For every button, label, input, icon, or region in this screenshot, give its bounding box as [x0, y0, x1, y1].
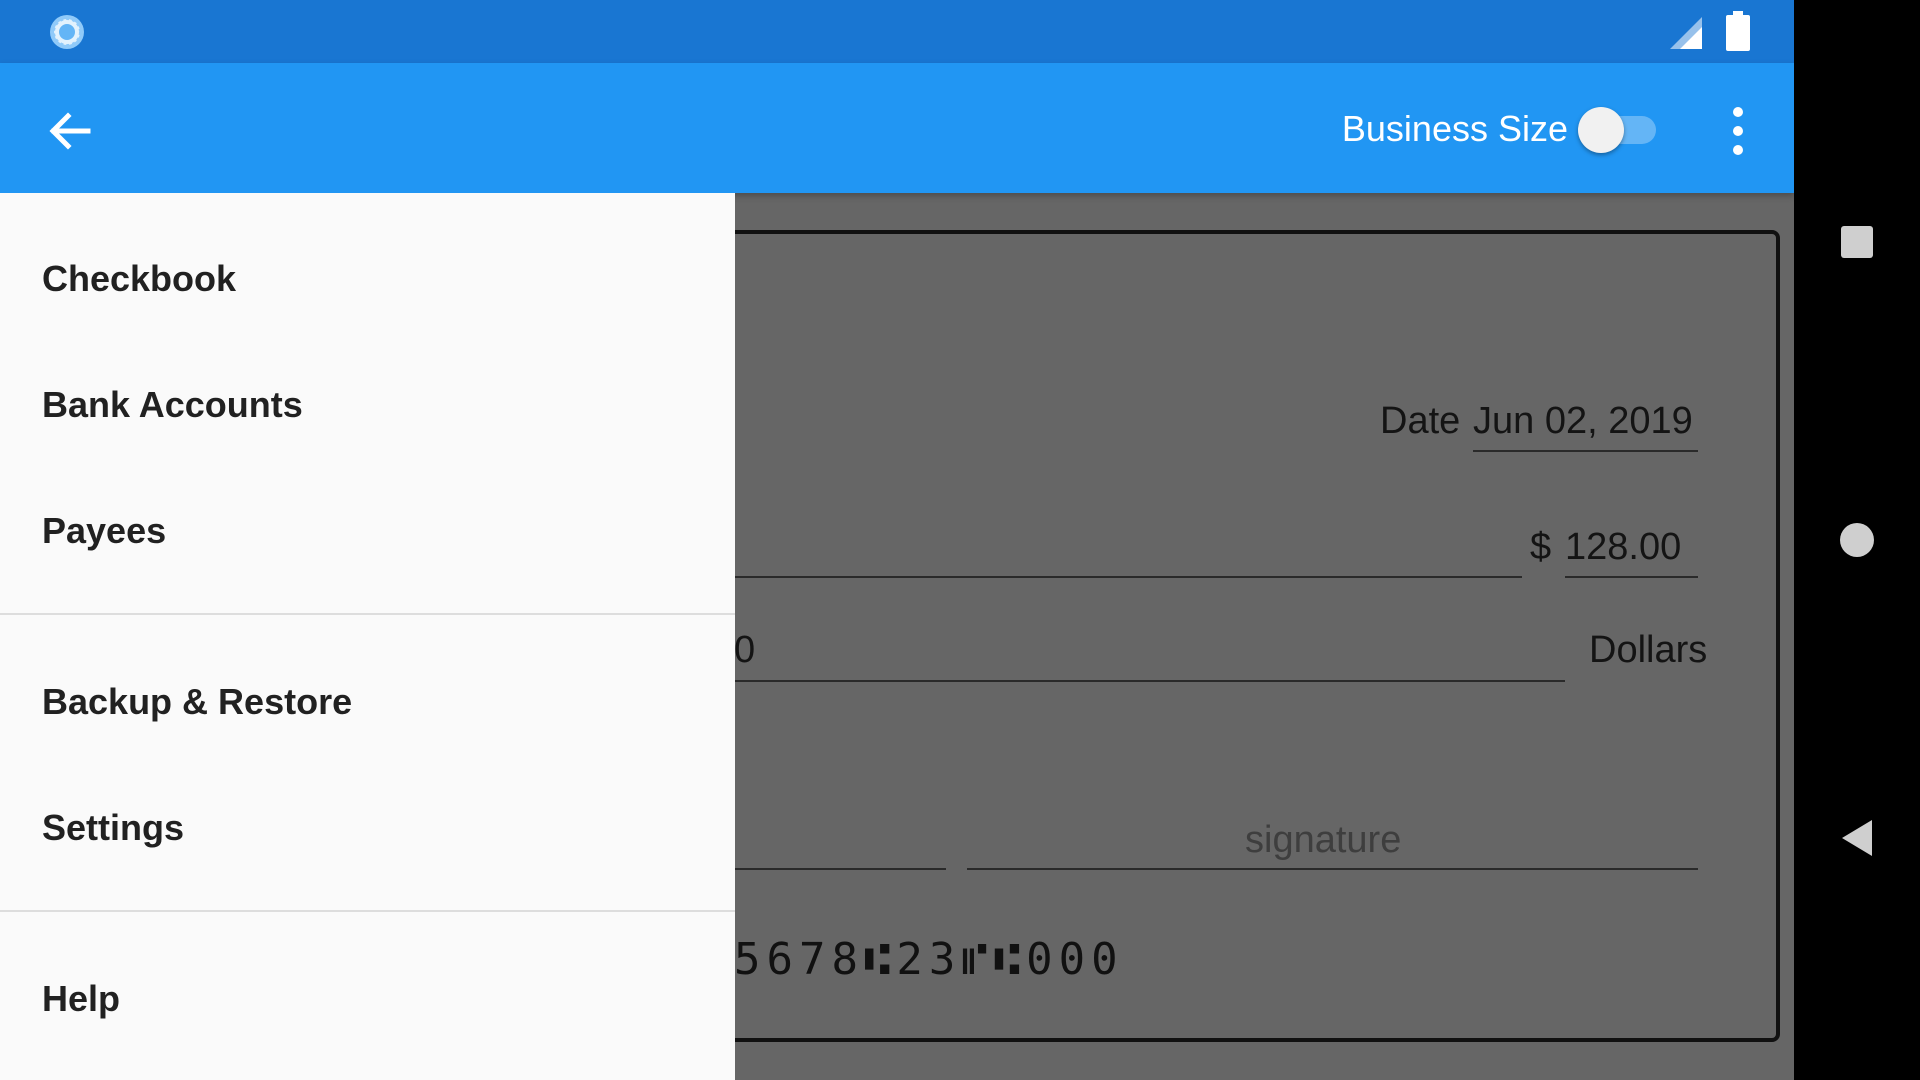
drawer-item-payees[interactable]: Payees: [42, 509, 166, 553]
signal-icon: [1670, 17, 1702, 49]
currency-symbol: $: [1530, 526, 1552, 568]
back-button[interactable]: [38, 99, 102, 163]
signature-line: [967, 868, 1698, 870]
drawer-divider: [0, 910, 735, 912]
amount-underline: [1565, 576, 1698, 578]
toggle-thumb: [1578, 107, 1624, 153]
arrow-left-icon: [49, 112, 91, 150]
more-vert-icon: [1733, 107, 1743, 117]
app-bar: Business Size: [0, 63, 1794, 193]
business-size-toggle[interactable]: [1578, 107, 1660, 153]
dollars-label: Dollars: [1589, 629, 1708, 671]
drawer-item-bank-accounts[interactable]: Bank Accounts: [42, 383, 303, 427]
date-underline: [1473, 450, 1698, 452]
spinner-icon: [50, 15, 84, 49]
recent-apps-button[interactable]: [1841, 226, 1873, 258]
business-size-label: Business Size: [1341, 108, 1568, 149]
micr-line: 5678⑆23⑈⑆000: [734, 934, 1124, 985]
drawer-divider: [0, 613, 735, 615]
check-preview: Date Jun 02, 2019 $ 128.00 0 Dollars sig…: [600, 230, 1780, 1042]
home-button[interactable]: [1840, 523, 1874, 557]
date-label: Date: [1380, 400, 1461, 442]
payee-line: [604, 576, 1522, 578]
drawer-item-help[interactable]: Help: [42, 977, 120, 1021]
written-amount-line: [604, 680, 1565, 682]
app-screen: Business Size Date Jun 02, 2019 $ 128.00…: [0, 0, 1794, 1080]
navigation-drawer: Checkbook Bank Accounts Payees Backup & …: [0, 193, 735, 1080]
overflow-menu-button[interactable]: [1710, 99, 1766, 163]
system-navigation-bar: [1794, 0, 1920, 1080]
amount-value[interactable]: 128.00: [1565, 524, 1681, 570]
signature-placeholder: signature: [1245, 819, 1402, 861]
drawer-item-checkbook[interactable]: Checkbook: [42, 257, 236, 301]
written-amount: 0: [734, 629, 756, 671]
drawer-item-backup-restore[interactable]: Backup & Restore: [42, 680, 352, 724]
triangle-back-icon[interactable]: [1840, 820, 1874, 856]
date-value[interactable]: Jun 02, 2019: [1473, 398, 1693, 444]
status-bar: [0, 0, 1794, 63]
drawer-item-settings[interactable]: Settings: [42, 806, 184, 850]
battery-icon: [1726, 11, 1750, 51]
